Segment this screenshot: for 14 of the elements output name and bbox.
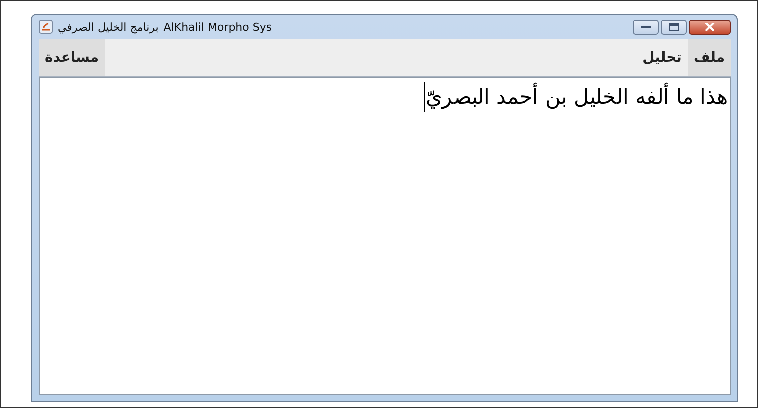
- maximize-button[interactable]: [661, 20, 687, 34]
- minimize-icon: [641, 25, 651, 29]
- editor-text: هذا ما ألفه الخليل بن أحمد البصريّ: [424, 82, 728, 112]
- menu-item[interactable]: مساعدة: [39, 39, 106, 76]
- window-title: برنامج الخليل الصرفي: [58, 20, 159, 34]
- menu-item[interactable]: ملف: [688, 39, 731, 76]
- app-icon: [39, 20, 53, 34]
- maximize-icon: [669, 23, 679, 31]
- menu-item[interactable]: تحليل: [636, 39, 688, 76]
- minimize-button[interactable]: [633, 20, 659, 34]
- close-icon: [705, 23, 715, 31]
- text-area[interactable]: هذا ما ألفه الخليل بن أحمد البصريّ: [39, 77, 731, 395]
- window-title: AlKhalil Morpho Sys: [164, 20, 272, 34]
- close-button[interactable]: [689, 20, 731, 34]
